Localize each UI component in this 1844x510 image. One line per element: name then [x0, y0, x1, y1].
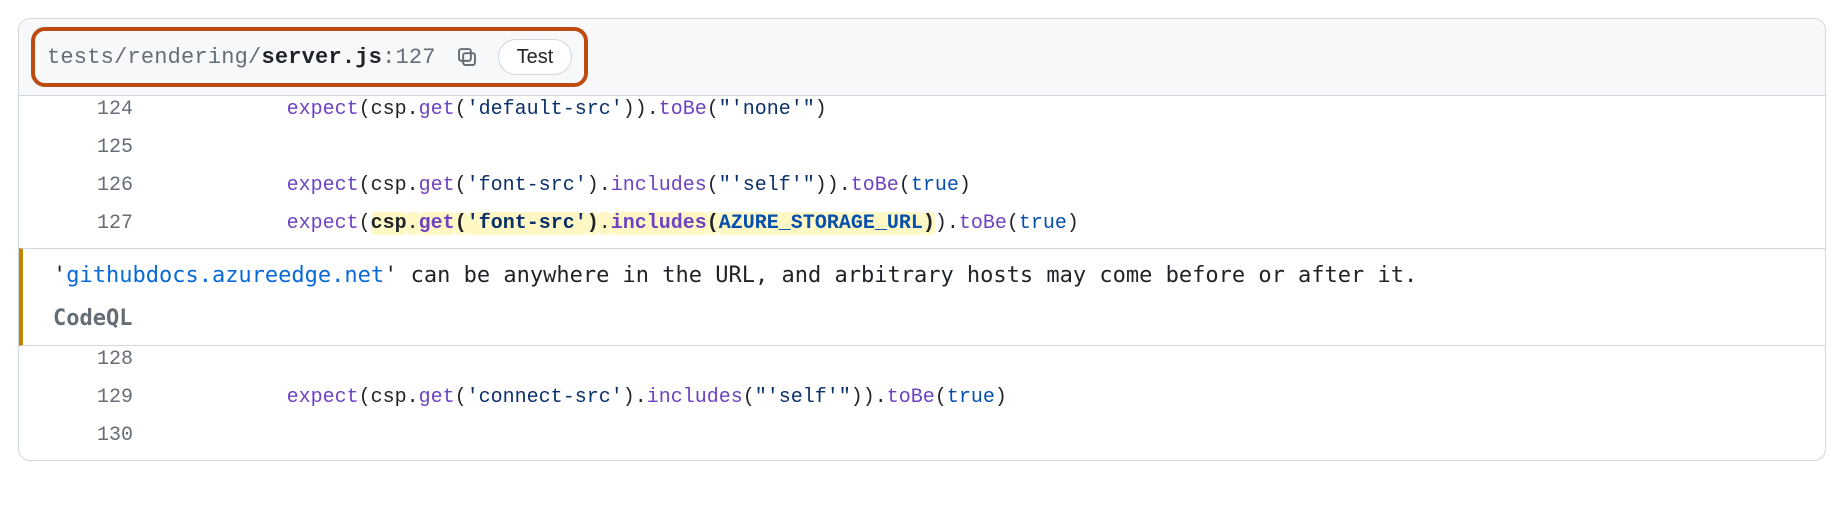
file-path[interactable]: tests/rendering/server.js:127	[47, 45, 436, 70]
code-token: get	[419, 98, 455, 121]
copy-path-button[interactable]	[450, 40, 484, 74]
code-token: includes	[647, 386, 743, 409]
code-token: toBe	[887, 386, 935, 409]
code-token: expect	[287, 174, 359, 197]
code-token: )	[1067, 212, 1079, 235]
code-body: 124expect(csp.get('default-src')).toBe("…	[19, 96, 1825, 460]
check-type-label[interactable]: Test	[498, 39, 573, 75]
code-content: expect(csp.get('font-src').includes(AZUR…	[157, 212, 1825, 235]
code-token: (	[455, 212, 467, 235]
line-number[interactable]: 130	[19, 424, 157, 447]
code-line: 129expect(csp.get('connect-src').include…	[19, 384, 1825, 422]
code-token: 'connect-src'	[467, 386, 623, 409]
code-token: (	[743, 386, 755, 409]
quote-char: '	[53, 263, 66, 288]
code-token: "'none'"	[719, 98, 815, 121]
file-path-line: :127	[382, 45, 436, 70]
code-token: expect	[287, 98, 359, 121]
code-token: csp	[371, 212, 407, 235]
code-token: includes	[611, 212, 707, 235]
annotation-message: 'githubdocs.azureedge.net' can be anywhe…	[53, 263, 1801, 288]
code-token: "'self'"	[719, 174, 815, 197]
code-token: ).	[587, 174, 611, 197]
code-token: expect	[287, 386, 359, 409]
line-number[interactable]: 128	[19, 348, 157, 371]
code-scanning-annotation: 'githubdocs.azureedge.net' can be anywhe…	[19, 248, 1825, 346]
code-line: 128	[19, 346, 1825, 384]
copy-icon	[456, 46, 478, 68]
code-token: )).	[815, 174, 851, 197]
code-token: expect	[287, 212, 359, 235]
code-token: get	[419, 212, 455, 235]
code-token: (csp.	[359, 174, 419, 197]
code-content: expect(csp.get('connect-src').includes("…	[157, 386, 1825, 409]
file-path-prefix: tests/rendering/	[47, 45, 261, 70]
code-token: 'font-src'	[467, 174, 587, 197]
code-token: AZURE_STORAGE_URL	[719, 212, 923, 235]
code-token: includes	[611, 174, 707, 197]
code-content: expect(csp.get('default-src')).toBe("'no…	[157, 98, 1825, 121]
code-token: toBe	[851, 174, 899, 197]
code-line: 130	[19, 422, 1825, 460]
code-token: (	[707, 98, 719, 121]
code-token: (csp.	[359, 386, 419, 409]
code-token: .	[599, 212, 611, 235]
code-token: (	[899, 174, 911, 197]
code-token: (	[455, 98, 467, 121]
code-token: )).	[623, 98, 659, 121]
code-token: (	[359, 212, 371, 235]
code-token: toBe	[959, 212, 1007, 235]
code-card: tests/rendering/server.js:127 Test 124 ex…	[18, 18, 1826, 461]
code-line: 125	[19, 134, 1825, 172]
code-token: )	[587, 212, 599, 235]
code-line: 127expect(csp.get('font-src').includes(A…	[19, 210, 1825, 248]
code-content: expect(csp.get('font-src').includes("'se…	[157, 174, 1825, 197]
code-token: toBe	[659, 98, 707, 121]
code-token: )	[995, 386, 1007, 409]
code-token: get	[419, 174, 455, 197]
code-token: )).	[851, 386, 887, 409]
code-token: ).	[935, 212, 959, 235]
code-token: true	[1019, 212, 1067, 235]
code-line: 126expect(csp.get('font-src').includes("…	[19, 172, 1825, 210]
code-token: "'self'"	[755, 386, 851, 409]
code-token: (	[707, 174, 719, 197]
code-line: 124expect(csp.get('default-src')).toBe("…	[19, 96, 1825, 134]
file-header: tests/rendering/server.js:127 Test	[19, 19, 1825, 96]
code-token: )	[923, 212, 935, 235]
file-path-bold: server.js	[261, 45, 382, 70]
code-token: true	[911, 174, 959, 197]
code-token: )	[815, 98, 827, 121]
line-number[interactable]: 124	[19, 98, 157, 121]
code-token: (	[707, 212, 719, 235]
quote-char: '	[384, 263, 397, 288]
code-token: 'font-src'	[467, 212, 587, 235]
code-token: )	[959, 174, 971, 197]
code-token: .	[407, 212, 419, 235]
code-token: get	[419, 386, 455, 409]
line-number[interactable]: 126	[19, 174, 157, 197]
annotation-text: can be anywhere in the URL, and arbitrar…	[397, 263, 1417, 288]
line-number[interactable]: 125	[19, 136, 157, 159]
code-token: (	[455, 174, 467, 197]
code-token: true	[947, 386, 995, 409]
code-token: (	[1007, 212, 1019, 235]
file-header-highlight: tests/rendering/server.js:127 Test	[31, 27, 588, 87]
annotation-link[interactable]: githubdocs.azureedge.net	[66, 263, 384, 288]
code-token: 'default-src'	[467, 98, 623, 121]
code-token: (	[455, 386, 467, 409]
line-number[interactable]: 127	[19, 212, 157, 235]
code-token: ).	[623, 386, 647, 409]
code-token: (csp.	[359, 98, 419, 121]
line-number[interactable]: 129	[19, 386, 157, 409]
code-token: (	[935, 386, 947, 409]
annotation-tool: CodeQL	[53, 306, 1801, 331]
